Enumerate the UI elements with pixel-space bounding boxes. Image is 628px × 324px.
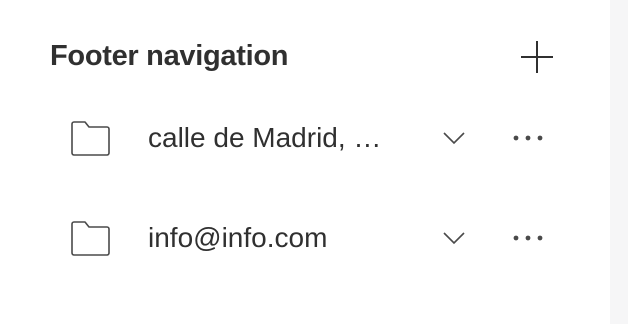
folder-icon [71,121,110,156]
panel-header: Footer navigation [50,34,560,80]
folder-icon [71,221,110,256]
list-item[interactable]: calle de Madrid, … [70,108,550,168]
add-menu-item-button[interactable] [518,38,556,76]
side-strip [610,0,628,324]
chevron-down-icon[interactable] [440,124,468,152]
footer-navigation-panel: Footer navigation calle de Madrid, … inf… [0,0,610,324]
list-item[interactable]: info@info.com [70,208,550,268]
list-item-label: info@info.com [148,222,328,253]
list-item-label: calle de Madrid, … [148,122,382,153]
panel-title: Footer navigation [50,40,289,72]
more-horizontal-icon[interactable] [510,224,546,252]
chevron-down-icon[interactable] [440,224,468,252]
plus-icon [521,41,553,73]
more-horizontal-icon[interactable] [510,124,546,152]
